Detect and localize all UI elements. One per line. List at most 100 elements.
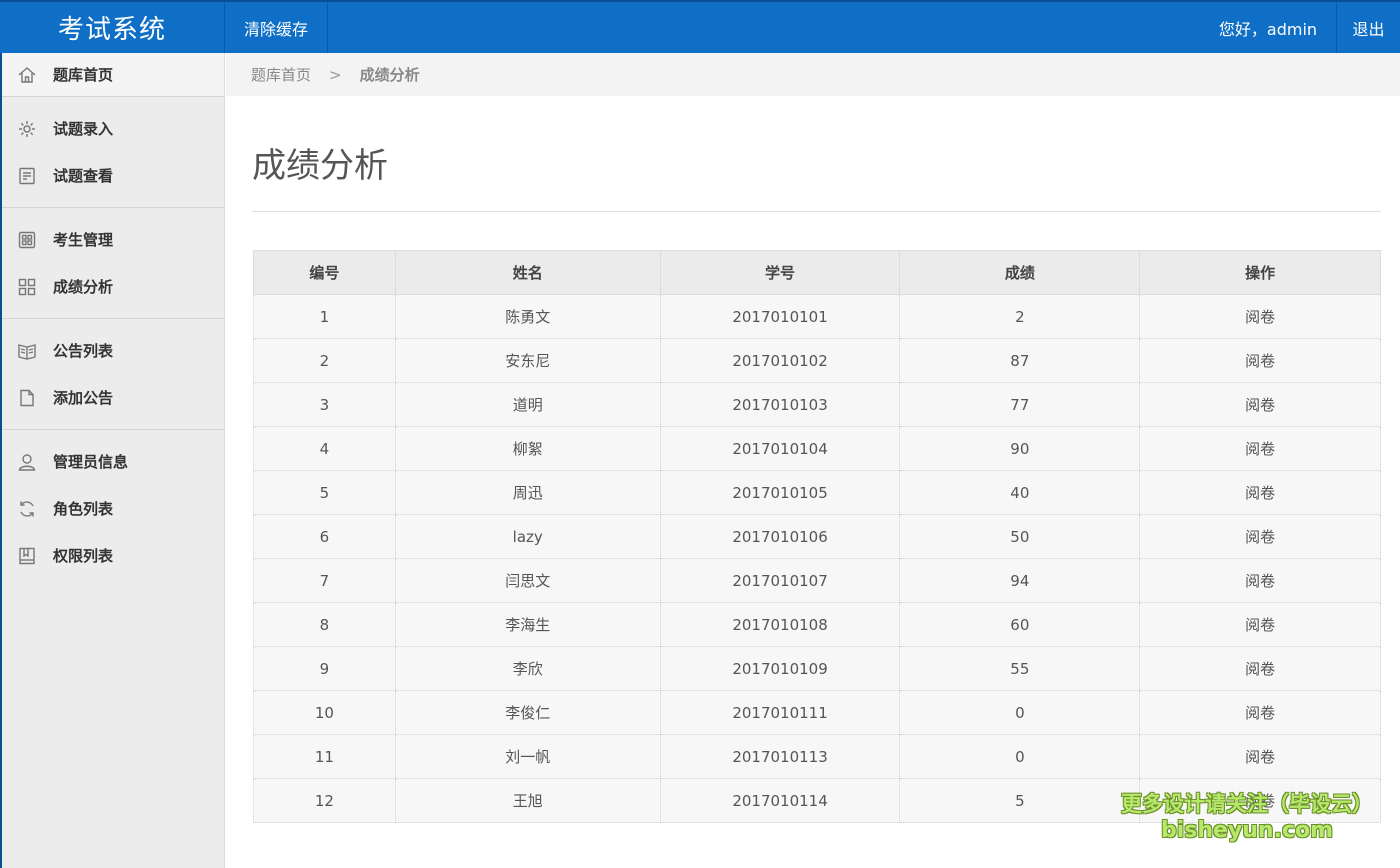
- cell-name: 李俊仁: [394, 690, 661, 735]
- sidebar: 题库首页 试题录入 试题查看 考生管理 成绩分析 公告列表 添加公告 管理员信息…: [0, 53, 225, 868]
- clear-cache-button[interactable]: 清除缓存: [225, 2, 328, 53]
- sidebar-item-label: 权限列表: [53, 547, 114, 565]
- cell-name: 周迅: [394, 470, 661, 515]
- watermark-line-2: bisheyun.com: [1160, 818, 1334, 843]
- cell-student-number: 2017010109: [659, 646, 901, 691]
- cell-student-number: 2017010113: [659, 734, 901, 779]
- breadcrumb-home-link[interactable]: 题库首页: [251, 64, 311, 85]
- sidebar-group-announcements: 公告列表 添加公告: [2, 319, 224, 430]
- book-icon: [16, 340, 38, 362]
- cell-score: 55: [899, 646, 1141, 691]
- sidebar-item-permission-list[interactable]: 权限列表: [2, 532, 224, 579]
- cell-student-number: 2017010102: [659, 338, 901, 383]
- document-icon: [16, 165, 38, 187]
- cell-name: 王旭: [394, 778, 661, 823]
- cell-id: 6: [253, 514, 396, 559]
- grade-paper-link[interactable]: 阅卷: [1139, 646, 1381, 691]
- cell-id: 9: [253, 646, 396, 691]
- grade-paper-link[interactable]: 阅卷: [1139, 470, 1381, 515]
- grade-paper-link[interactable]: 阅卷: [1139, 734, 1381, 779]
- cell-score: 90: [899, 426, 1141, 471]
- cell-student-number: 2017010108: [659, 602, 901, 647]
- sidebar-item-label: 添加公告: [53, 389, 114, 407]
- grade-paper-link[interactable]: 阅卷: [1139, 382, 1381, 427]
- table-row: 7 闫思文 2017010107 94 阅卷: [253, 558, 1381, 603]
- sidebar-item-admin-info[interactable]: 管理员信息: [2, 438, 224, 485]
- cell-name: 柳絮: [394, 426, 661, 471]
- cell-name: 陈勇文: [394, 294, 661, 339]
- table-row: 10 李俊仁 2017010111 0 阅卷: [253, 690, 1381, 735]
- sidebar-item-label: 成绩分析: [53, 278, 114, 296]
- sidebar-item-label: 题库首页: [53, 66, 114, 84]
- cell-id: 12: [253, 778, 396, 823]
- cell-score: 87: [899, 338, 1141, 383]
- grade-paper-link[interactable]: 阅卷: [1139, 294, 1381, 339]
- table-row: 4 柳絮 2017010104 90 阅卷: [253, 426, 1381, 471]
- cell-id: 4: [253, 426, 396, 471]
- cell-name: 刘一帆: [394, 734, 661, 779]
- column-header-name: 姓名: [394, 250, 661, 295]
- sidebar-item-label: 考生管理: [53, 231, 114, 249]
- cell-id: 11: [253, 734, 396, 779]
- score-table: 编号 姓名 学号 成绩 操作 1 陈勇文 2017010101 2 阅卷 2 安东尼 2017…: [253, 250, 1381, 823]
- column-header-score: 成绩: [899, 250, 1141, 295]
- gear-icon: [16, 118, 38, 140]
- sidebar-item-role-list[interactable]: 角色列表: [2, 485, 224, 532]
- cell-score: 94: [899, 558, 1141, 603]
- column-header-id: 编号: [253, 250, 396, 295]
- cell-name: 闫思文: [394, 558, 661, 603]
- logout-button[interactable]: 退出: [1337, 2, 1400, 53]
- top-bar: 考试系统 清除缓存 您好，admin 退出: [0, 0, 1400, 53]
- table-row: 8 李海生 2017010108 60 阅卷: [253, 602, 1381, 647]
- grade-paper-link[interactable]: 阅卷: [1139, 558, 1381, 603]
- sidebar-item-question-entry[interactable]: 试题录入: [2, 105, 224, 152]
- app-logo[interactable]: 考试系统: [0, 2, 225, 53]
- column-header-action: 操作: [1139, 250, 1381, 295]
- grade-paper-link[interactable]: 阅卷: [1139, 602, 1381, 647]
- sidebar-item-score-analysis[interactable]: 成绩分析: [2, 263, 224, 310]
- cell-student-number: 2017010111: [659, 690, 901, 735]
- watermark-line-1: 更多设计请关注（毕设云）: [1121, 792, 1373, 816]
- cell-name: 李海生: [394, 602, 661, 647]
- cell-student-number: 2017010103: [659, 382, 901, 427]
- cell-student-number: 2017010101: [659, 294, 901, 339]
- cell-score: 50: [899, 514, 1141, 559]
- cell-id: 1: [253, 294, 396, 339]
- breadcrumb-current: 成绩分析: [359, 66, 420, 84]
- column-header-student-number: 学号: [659, 250, 901, 295]
- table-row: 2 安东尼 2017010102 87 阅卷: [253, 338, 1381, 383]
- watermark: 更多设计请关注（毕设云） bisheyun.com: [1112, 790, 1382, 844]
- sidebar-item-label: 角色列表: [53, 500, 114, 518]
- sidebar-item-student-management[interactable]: 考生管理: [2, 216, 224, 263]
- breadcrumb-separator: >: [329, 65, 342, 84]
- cell-student-number: 2017010106: [659, 514, 901, 559]
- grade-paper-link[interactable]: 阅卷: [1139, 690, 1381, 735]
- table-row: 6 lazy 2017010106 50 阅卷: [253, 514, 1381, 559]
- cell-id: 2: [253, 338, 396, 383]
- sidebar-group-admin: 管理员信息 角色列表 权限列表: [2, 430, 224, 587]
- breadcrumb: 题库首页 > 成绩分析: [226, 53, 1400, 96]
- sidebar-item-label: 试题查看: [53, 167, 114, 185]
- grade-paper-link[interactable]: 阅卷: [1139, 426, 1381, 471]
- title-divider: [252, 211, 1381, 212]
- sidebar-item-announcement-list[interactable]: 公告列表: [2, 327, 224, 374]
- cell-name: lazy: [394, 514, 661, 559]
- cell-score: 2: [899, 294, 1141, 339]
- table-row: 11 刘一帆 2017010113 0 阅卷: [253, 734, 1381, 779]
- cell-id: 7: [253, 558, 396, 603]
- cell-id: 5: [253, 470, 396, 515]
- cell-student-number: 2017010104: [659, 426, 901, 471]
- cell-score: 77: [899, 382, 1141, 427]
- sidebar-item-add-announcement[interactable]: 添加公告: [2, 374, 224, 421]
- sidebar-group-home: 题库首页: [2, 53, 224, 97]
- grade-paper-link[interactable]: 阅卷: [1139, 338, 1381, 383]
- cell-student-number: 2017010105: [659, 470, 901, 515]
- sidebar-item-label: 试题录入: [53, 120, 114, 138]
- sidebar-group-students: 考生管理 成绩分析: [2, 208, 224, 319]
- sidebar-item-home[interactable]: 题库首页: [2, 53, 224, 96]
- grade-paper-link[interactable]: 阅卷: [1139, 514, 1381, 559]
- sidebar-item-question-view[interactable]: 试题查看: [2, 152, 224, 199]
- sidebar-item-label: 管理员信息: [53, 453, 129, 471]
- file-icon: [16, 387, 38, 409]
- table-row: 9 李欣 2017010109 55 阅卷: [253, 646, 1381, 691]
